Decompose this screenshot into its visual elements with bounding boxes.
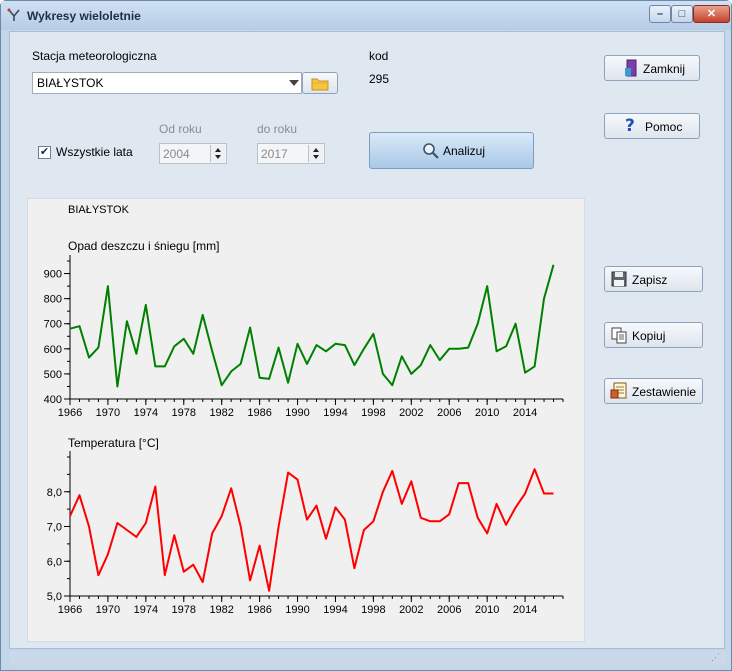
x-tick-label: 2010 — [475, 407, 499, 419]
x-tick-label: 1994 — [323, 604, 347, 616]
x-tick-label: 1982 — [209, 407, 233, 419]
x-tick-label: 1994 — [323, 407, 347, 419]
close-label: Zamknij — [643, 62, 686, 76]
x-tick-label: 1974 — [134, 604, 158, 616]
chart-station-label: BIAŁYSTOK — [68, 204, 130, 216]
station-combobox[interactable]: BIAŁYSTOK — [32, 72, 302, 94]
help-button[interactable]: ? Pomoc — [604, 113, 700, 139]
to-year-value: 2017 — [261, 147, 288, 161]
copy-label: Kopiuj — [632, 329, 666, 343]
y-tick-label: 900 — [44, 269, 62, 281]
folder-icon — [311, 78, 329, 91]
window-title: Wykresy wieloletnie — [27, 9, 141, 23]
x-tick-label: 2002 — [399, 604, 423, 616]
to-year-arrows[interactable] — [308, 145, 323, 162]
title-bar[interactable]: Wykresy wieloletnie – □ ✕ — [1, 1, 731, 30]
to-year-label: do roku — [257, 122, 298, 136]
analyze-button[interactable]: Analizuj — [369, 132, 534, 169]
all-years-label: Wszystkie lata — [56, 145, 133, 159]
charts-canvas: BIAŁYSTOK Opad deszczu i śniegu [mm] 400 50… — [44, 204, 564, 616]
open-folder-button[interactable] — [302, 72, 338, 94]
maximize-button[interactable]: □ — [671, 5, 693, 23]
to-year-spinner[interactable]: 2017 — [257, 143, 325, 164]
x-tick-label: 1966 — [58, 604, 82, 616]
magnifier-icon — [423, 143, 439, 159]
y-tick-label: 600 — [44, 344, 62, 356]
y-tick-label: 5,0 — [47, 591, 62, 603]
summary-report-icon — [610, 382, 627, 399]
station-value: BIAŁYSTOK — [37, 76, 104, 90]
help-label: Pomoc — [645, 120, 683, 134]
copy-icon — [611, 327, 627, 344]
x-tick-label: 1986 — [247, 407, 271, 419]
from-year-value: 2004 — [163, 147, 190, 161]
x-tick-label: 1982 — [209, 604, 233, 616]
app-icon — [7, 8, 20, 21]
from-year-arrows[interactable] — [210, 145, 225, 162]
y-tick-label: 6,0 — [47, 556, 62, 568]
question-icon: ? — [625, 116, 635, 136]
status-bar: ⋰ — [9, 651, 725, 665]
x-tick-label: 2014 — [513, 604, 537, 616]
code-label: kod — [369, 49, 389, 63]
all-years-checkbox[interactable]: ✔ — [38, 146, 51, 159]
x-tick-label: 1990 — [285, 604, 309, 616]
chart-title: Temperatura [°C] — [68, 436, 159, 450]
chevron-down-icon[interactable] — [289, 80, 299, 86]
chart-panel: BIAŁYSTOK Opad deszczu i śniegu [mm] 400 50… — [27, 198, 585, 642]
x-tick-label: 1966 — [58, 407, 82, 419]
exit-door-icon — [625, 59, 637, 77]
x-tick-label: 2014 — [513, 407, 537, 419]
close-button[interactable]: Zamknij — [604, 55, 700, 81]
x-tick-label: 1990 — [285, 407, 309, 419]
x-tick-label: 2006 — [437, 407, 461, 419]
y-tick-label: 8,0 — [47, 487, 62, 499]
station-label: Stacja meteorologiczna — [32, 49, 157, 63]
x-tick-label: 1998 — [361, 604, 385, 616]
summary-button[interactable]: Zestawienie — [604, 378, 703, 404]
x-tick-label: 1974 — [134, 407, 158, 419]
y-tick-label: 500 — [44, 369, 62, 381]
precipitation-series-line — [69, 264, 555, 388]
save-label: Zapisz — [632, 273, 668, 287]
x-tick-label: 1970 — [96, 407, 120, 419]
y-tick-label: 700 — [44, 319, 62, 331]
x-tick-label: 1986 — [247, 604, 271, 616]
temperature-series-line — [69, 468, 554, 592]
from-year-label: Od roku — [159, 122, 202, 136]
x-tick-label: 2006 — [437, 604, 461, 616]
resize-grip-icon[interactable]: ⋰ — [711, 652, 721, 662]
x-tick-label: 1970 — [96, 604, 120, 616]
chart-title: Opad deszczu i śniegu [mm] — [68, 239, 219, 253]
analyze-label: Analizuj — [443, 144, 486, 158]
minimize-button[interactable]: – — [649, 5, 671, 23]
x-tick-label: 2010 — [475, 604, 499, 616]
save-button[interactable]: Zapisz — [604, 266, 703, 292]
x-tick-label: 2002 — [399, 407, 423, 419]
floppy-disk-icon — [611, 271, 627, 287]
main-window: Wykresy wieloletnie – □ ✕ Stacja meteoro… — [0, 0, 732, 671]
x-tick-label: 1978 — [172, 407, 196, 419]
copy-button[interactable]: Kopiuj — [604, 322, 703, 348]
summary-label: Zestawienie — [632, 385, 697, 399]
y-tick-label: 7,0 — [47, 522, 62, 534]
y-tick-label: 400 — [44, 394, 62, 406]
from-year-spinner[interactable]: 2004 — [159, 143, 227, 164]
y-tick-label: 800 — [44, 294, 62, 306]
code-value: 295 — [369, 72, 390, 86]
close-window-button[interactable]: ✕ — [693, 5, 730, 23]
x-tick-label: 1998 — [361, 407, 385, 419]
x-tick-label: 1978 — [172, 604, 196, 616]
